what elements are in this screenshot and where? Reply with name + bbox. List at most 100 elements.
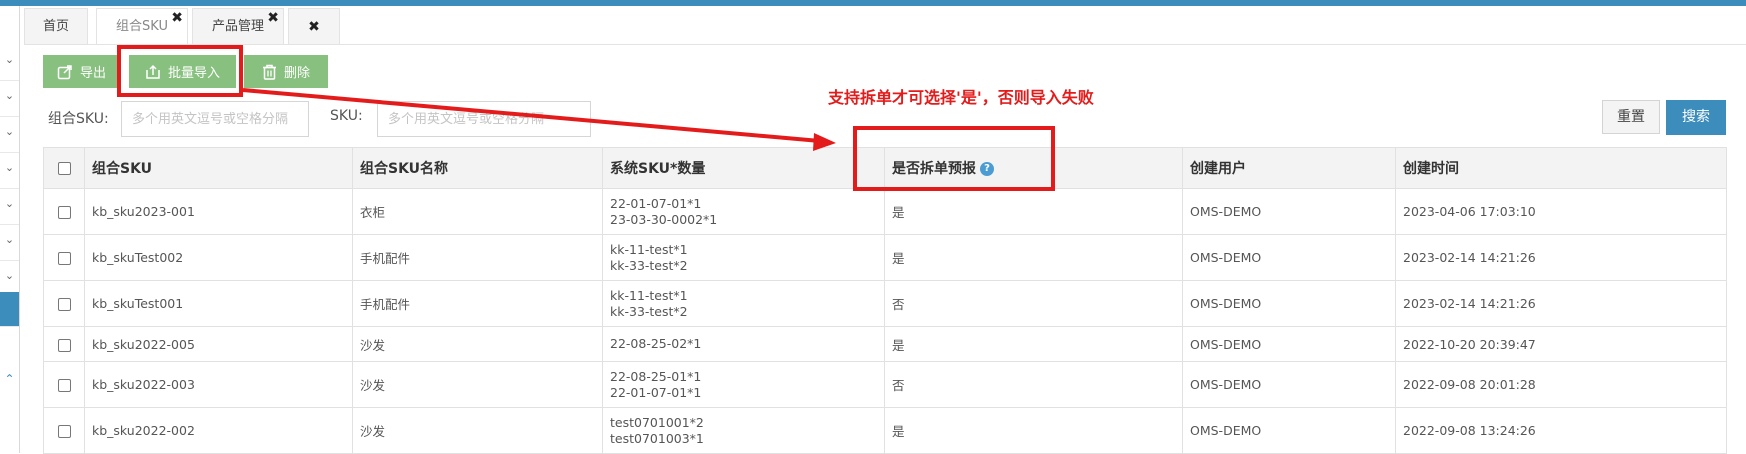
sku-qty-line: 22-01-07-01*1 — [610, 195, 702, 211]
row-checkbox[interactable] — [57, 298, 71, 311]
table-row[interactable]: kb_sku2023-001 衣柜 22-01-07-01*1 23-03-30… — [43, 188, 1727, 235]
tab-product-management-label: 产品管理 — [211, 19, 264, 34]
row-select-cell — [43, 407, 85, 454]
row-checkbox[interactable] — [57, 425, 71, 438]
close-all-icon: ✖ — [308, 19, 320, 35]
annotation-note: 支持拆单才可选择'是'，否则导入失败 — [828, 88, 1094, 107]
row-checkbox[interactable] — [57, 379, 71, 392]
tab-combo-sku-label: 组合SKU — [116, 19, 168, 34]
column-header[interactable]: 创建时间 — [1395, 147, 1727, 189]
combo-sku-name-cell: 衣柜 — [352, 188, 603, 235]
sidebar-menu-toggle-3[interactable]: ⌄ — [0, 112, 19, 153]
export-label: 导出 — [79, 66, 106, 81]
split-forecast-cell: 是 — [884, 326, 1183, 362]
combo-sku-cell: kb_sku2022-002 — [84, 407, 353, 454]
combo-sku-filter-input[interactable] — [121, 101, 309, 137]
row-select-cell — [43, 234, 85, 281]
system-sku-qty-cell: kk-11-test*1 kk-33-test*2 — [602, 234, 885, 281]
created-time-cell: 2023-04-06 17:03:10 — [1395, 188, 1727, 235]
combo-sku-name-cell: 沙发 — [352, 407, 603, 454]
created-time-cell: 2022-09-08 13:24:26 — [1395, 407, 1727, 454]
sku-filter-input[interactable] — [377, 101, 591, 137]
close-icon[interactable]: ✖ — [171, 11, 183, 25]
table-row[interactable]: kb_sku2022-005 沙发 22-08-25-02*1 是 OMS-DE… — [43, 326, 1727, 362]
combo-sku-name-cell: 沙发 — [352, 326, 603, 362]
split-forecast-cell: 否 — [884, 280, 1183, 327]
system-sku-qty-cell: test0701001*2 test0701003*1 — [602, 407, 885, 454]
column-header[interactable]: 系统SKU*数量 — [602, 147, 885, 189]
table-row[interactable]: kb_sku2022-003 沙发 22-08-25-01*1 22-01-07… — [43, 361, 1727, 408]
reset-button[interactable]: 重置 — [1602, 100, 1660, 134]
sidebar-menu-toggle-2[interactable]: ⌄ — [0, 76, 19, 117]
created-time-cell: 2022-10-20 20:39:47 — [1395, 326, 1727, 362]
table-row[interactable]: kb_skuTest002 手机配件 kk-11-test*1 kk-33-te… — [43, 234, 1727, 281]
row-checkbox[interactable] — [57, 206, 71, 219]
row-select-cell — [43, 280, 85, 327]
combo-sku-name-cell: 手机配件 — [352, 280, 603, 327]
column-header[interactable]: 创建用户 — [1182, 147, 1396, 189]
tab-home[interactable]: 首页 — [24, 8, 88, 44]
sku-qty-line: test0701001*2 — [610, 414, 704, 430]
tab-combo-sku[interactable]: 组合SKU ✖ — [96, 8, 188, 44]
system-sku-qty-cell: 22-08-25-02*1 — [602, 326, 885, 362]
table-row[interactable]: kb_sku2022-002 沙发 test0701001*2 test0701… — [43, 407, 1727, 454]
column-header[interactable]: 组合SKU — [84, 147, 353, 189]
system-sku-qty-cell: 22-08-25-01*1 22-01-07-01*1 — [602, 361, 885, 408]
column-header[interactable]: 组合SKU名称 — [352, 147, 603, 189]
export-icon — [57, 64, 72, 79]
tab-product-management[interactable]: 产品管理 ✖ — [192, 8, 284, 44]
combo-sku-cell: kb_sku2022-005 — [84, 326, 353, 362]
sidebar-menu-toggle-7[interactable]: ⌄ — [0, 256, 19, 297]
system-sku-qty-cell: kk-11-test*1 kk-33-test*2 — [602, 280, 885, 327]
created-user-cell: OMS-DEMO — [1182, 326, 1396, 362]
created-time-cell: 2022-09-08 20:01:28 — [1395, 361, 1727, 408]
row-select-cell — [43, 188, 85, 235]
created-time-cell: 2023-02-14 14:21:26 — [1395, 280, 1727, 327]
close-icon[interactable]: ✖ — [267, 11, 279, 25]
sku-qty-line: 22-01-07-01*1 — [610, 384, 702, 400]
sidebar-active-item[interactable] — [0, 292, 19, 327]
created-user-cell: OMS-DEMO — [1182, 407, 1396, 454]
split-forecast-cell: 是 — [884, 234, 1183, 281]
split-forecast-cell: 否 — [884, 361, 1183, 408]
top-header-bar — [0, 0, 1746, 6]
created-time-cell: 2023-02-14 14:21:26 — [1395, 234, 1727, 281]
combo-sku-cell: kb_skuTest002 — [84, 234, 353, 281]
export-button[interactable]: 导出 — [43, 55, 120, 88]
search-button[interactable]: 搜索 — [1666, 100, 1726, 135]
combo-sku-cell: kb_sku2022-003 — [84, 361, 353, 408]
row-select-cell — [43, 361, 85, 408]
combo-sku-cell: kb_skuTest001 — [84, 280, 353, 327]
sku-qty-line: 22-08-25-02*1 — [610, 336, 702, 351]
combo-sku-table: 组合SKU 组合SKU名称 系统SKU*数量 是否拆单预报? 创建用户 创建时间… — [43, 147, 1727, 454]
row-checkbox[interactable] — [57, 252, 71, 265]
sku-qty-line: kk-33-test*2 — [610, 257, 688, 273]
row-checkbox[interactable] — [57, 338, 71, 352]
collapsed-sidebar: ⌄ ⌄ ⌄ ⌄ ⌄ ⌄ ⌄ ⌃ — [0, 6, 20, 453]
tab-bar: 首页 组合SKU ✖ 产品管理 ✖ ✖ — [24, 8, 1746, 45]
table-row[interactable]: kb_skuTest001 手机配件 kk-11-test*1 kk-33-te… — [43, 280, 1727, 327]
sidebar-menu-toggle-6[interactable]: ⌄ — [0, 220, 19, 261]
trash-icon — [262, 64, 276, 80]
sidebar-collapse-up-icon[interactable]: ⌃ — [0, 366, 19, 392]
created-user-cell: OMS-DEMO — [1182, 234, 1396, 281]
delete-button[interactable]: 删除 — [244, 55, 328, 88]
select-all-checkbox[interactable] — [57, 161, 71, 175]
combo-sku-name-cell: 沙发 — [352, 361, 603, 408]
highlight-box-split-column — [853, 126, 1055, 191]
created-user-cell: OMS-DEMO — [1182, 361, 1396, 408]
combo-sku-filter-label: 组合SKU: — [48, 111, 109, 127]
split-forecast-cell: 是 — [884, 188, 1183, 235]
highlight-box-batch-import — [117, 45, 243, 97]
sku-qty-line: 23-03-30-0002*1 — [610, 211, 718, 227]
tab-close-all[interactable]: ✖ — [288, 8, 340, 44]
sku-qty-line: kk-11-test*1 — [610, 241, 688, 257]
sku-qty-line: kk-33-test*2 — [610, 303, 688, 319]
sidebar-menu-toggle-5[interactable]: ⌄ — [0, 184, 19, 225]
sidebar-menu-toggle-1[interactable]: ⌄ — [0, 40, 19, 81]
select-all-cell — [43, 147, 85, 189]
sku-qty-line: test0701003*1 — [610, 430, 704, 446]
sidebar-menu-toggle-4[interactable]: ⌄ — [0, 148, 19, 189]
sku-filter-label: SKU: — [330, 108, 363, 124]
created-user-cell: OMS-DEMO — [1182, 280, 1396, 327]
